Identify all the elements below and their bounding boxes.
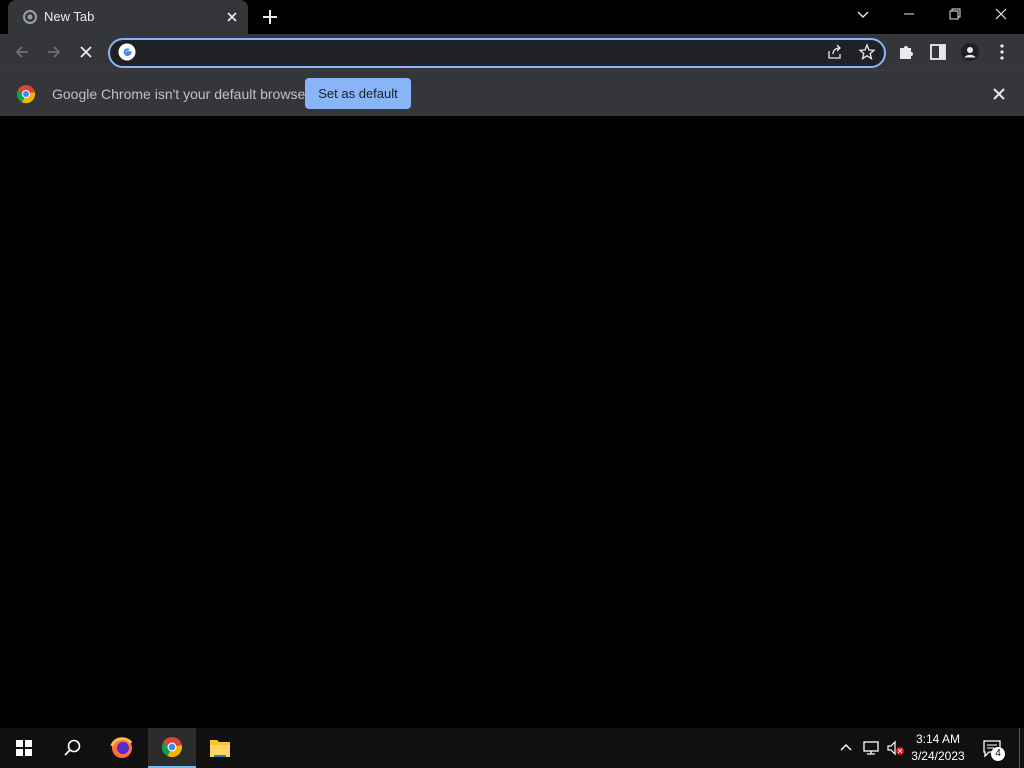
close-window-icon[interactable] bbox=[978, 0, 1024, 30]
windows-start-icon[interactable] bbox=[0, 728, 48, 768]
back-arrow-icon[interactable] bbox=[12, 42, 32, 62]
tab-close-icon[interactable] bbox=[224, 9, 240, 25]
infobar-close-icon[interactable] bbox=[990, 85, 1008, 103]
volume-muted-icon[interactable] bbox=[886, 740, 906, 756]
restore-icon[interactable] bbox=[932, 0, 978, 30]
chrome-logo-icon bbox=[16, 84, 36, 104]
clock-date[interactable]: 3/24/2023 bbox=[908, 749, 968, 763]
network-icon[interactable] bbox=[862, 740, 880, 756]
tab-new-tab[interactable]: New Tab bbox=[8, 0, 248, 34]
show-hidden-icons-chevron-icon[interactable] bbox=[838, 740, 854, 756]
minimize-icon[interactable] bbox=[886, 0, 932, 30]
menu-kebab-icon[interactable] bbox=[992, 42, 1012, 62]
file-explorer-icon[interactable] bbox=[196, 728, 244, 768]
address-bar[interactable] bbox=[108, 38, 886, 68]
set-as-default-button[interactable]: Set as default bbox=[305, 78, 411, 109]
infobar-message: Google Chrome isn't your default browser bbox=[52, 86, 310, 102]
side-panel-icon[interactable] bbox=[928, 42, 948, 62]
action-center-notifications-icon[interactable]: 4 bbox=[982, 738, 1006, 761]
page-content[interactable] bbox=[0, 116, 1024, 728]
bookmark-star-icon[interactable] bbox=[858, 43, 876, 61]
stop-loading-icon[interactable] bbox=[76, 42, 96, 62]
clock-time[interactable]: 3:14 AM bbox=[908, 732, 968, 746]
share-icon[interactable] bbox=[826, 43, 844, 61]
show-desktop-button[interactable] bbox=[1019, 728, 1024, 768]
tab-search-chevron-icon[interactable] bbox=[840, 0, 886, 30]
extensions-puzzle-icon[interactable] bbox=[896, 42, 916, 62]
forward-arrow-icon[interactable] bbox=[44, 42, 64, 62]
title-bar: New Tab bbox=[0, 0, 1024, 34]
search-icon[interactable] bbox=[48, 728, 96, 768]
tab-title: New Tab bbox=[44, 9, 95, 24]
loading-favicon-icon bbox=[22, 9, 38, 25]
default-browser-infobar: Google Chrome isn't your default browser… bbox=[0, 70, 1024, 117]
profile-avatar-icon[interactable] bbox=[960, 42, 980, 62]
notification-count-badge: 4 bbox=[991, 747, 1005, 761]
toolbar bbox=[0, 34, 1024, 70]
firefox-icon[interactable] bbox=[98, 728, 146, 768]
new-tab-plus-icon[interactable] bbox=[260, 7, 280, 27]
taskbar: 3:14 AM 3/24/2023 4 bbox=[0, 728, 1024, 768]
chrome-taskbar-icon[interactable] bbox=[148, 728, 196, 768]
google-g-icon bbox=[118, 43, 136, 61]
